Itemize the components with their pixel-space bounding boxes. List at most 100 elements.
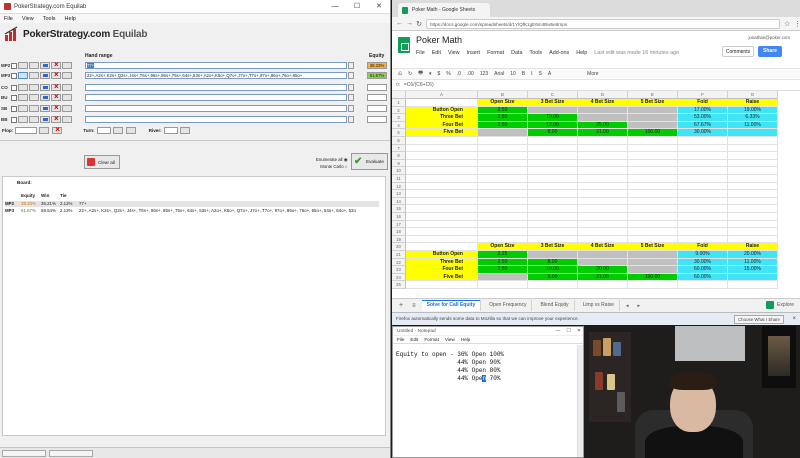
grid-cell[interactable]	[478, 197, 528, 206]
value-cell[interactable]: 8.00	[528, 258, 578, 267]
turn-cards-button[interactable]	[112, 127, 123, 134]
close-button[interactable]: ✕	[368, 0, 390, 14]
random-range-button[interactable]	[62, 84, 72, 91]
flop-input[interactable]	[15, 127, 38, 134]
range-dropdown-icon[interactable]	[348, 72, 354, 79]
grid-cell[interactable]	[478, 182, 528, 191]
value-cell[interactable]: 2.50	[478, 266, 528, 274]
choose-what-i-share-button[interactable]: Choose What I Share	[734, 315, 784, 324]
table-header-cell[interactable]: Open Size	[478, 243, 528, 251]
grid-cell[interactable]	[628, 235, 678, 244]
value-cell[interactable]: 20.00%	[728, 251, 778, 259]
grid-cell[interactable]	[528, 182, 578, 191]
value-cell[interactable]	[528, 106, 578, 115]
reload-icon[interactable]: ↻	[416, 20, 422, 28]
strikethrough-button[interactable]: S	[538, 71, 541, 77]
text-color-button[interactable]: A	[548, 71, 551, 77]
grid-cell[interactable]	[728, 190, 778, 198]
value-cell[interactable]: 17.00%	[678, 106, 728, 115]
menu-insert[interactable]: Insert	[467, 50, 480, 56]
grid-cell[interactable]	[678, 220, 728, 229]
currency-button[interactable]: $	[437, 71, 440, 77]
grid-cell[interactable]	[728, 152, 778, 160]
value-cell[interactable]: 8.00	[528, 273, 578, 282]
italic-button[interactable]: I	[531, 71, 532, 77]
row-header[interactable]: 7	[392, 144, 406, 153]
row-header[interactable]: 17	[392, 220, 406, 229]
notepad-minimize-icon[interactable]: —	[555, 327, 560, 336]
row-header[interactable]: 13	[392, 190, 406, 198]
row-header[interactable]: 6	[392, 137, 406, 145]
notepad-maximize-icon[interactable]: ☐	[566, 327, 570, 336]
table-header-cell[interactable]: 3 Bet Size	[528, 243, 578, 251]
range-dropdown-icon[interactable]	[348, 116, 354, 123]
grid-cell[interactable]	[406, 167, 478, 175]
status-tab[interactable]	[2, 450, 46, 457]
decrease-decimal-button[interactable]: .0	[457, 71, 461, 77]
menu-tools[interactable]: Tools	[530, 50, 543, 56]
value-cell[interactable]: 30.00%	[678, 258, 728, 267]
value-cell[interactable]: 12.00	[528, 121, 578, 130]
menu-help[interactable]: Help	[65, 16, 76, 22]
row-header[interactable]: 4	[392, 121, 406, 130]
row-header[interactable]: 12	[392, 182, 406, 191]
grid-cell[interactable]	[728, 281, 778, 289]
table-header-cell[interactable]: 5 Bet Size	[628, 99, 678, 107]
enumerate-all-radio[interactable]: ◉	[344, 157, 348, 162]
redo-icon[interactable]: ↻	[408, 71, 412, 77]
grid-cell[interactable]	[578, 167, 628, 175]
grid-cell[interactable]	[628, 182, 678, 191]
spreadsheet-grid[interactable]: A B C D E F G 1 2 3 4 5 6 7 8 9 10 11 12 13 14 15 16 17 18 19 20 21…	[392, 91, 800, 298]
grid-cell[interactable]	[628, 190, 678, 198]
grid-cell[interactable]	[728, 235, 778, 244]
value-cell[interactable]	[628, 266, 678, 274]
menu-view[interactable]: View	[448, 50, 460, 56]
add-sheet-icon[interactable]: +	[396, 302, 406, 309]
grid-cell[interactable]	[728, 159, 778, 168]
range-stats-icon[interactable]	[40, 105, 50, 112]
grid-cell[interactable]	[578, 228, 628, 236]
clear-range-icon[interactable]	[51, 103, 61, 112]
grid-cell[interactable]	[528, 281, 578, 289]
table-header-cell[interactable]: Fold	[678, 99, 728, 107]
grid-cell[interactable]	[728, 220, 778, 229]
grid-cell[interactable]	[678, 213, 728, 221]
notepad-close-icon[interactable]: ✕	[577, 327, 581, 336]
random-range-button[interactable]	[62, 105, 72, 112]
value-cell[interactable]	[628, 106, 678, 115]
row-label-cell[interactable]: Four Bet	[406, 121, 478, 130]
grid-cell[interactable]	[406, 182, 478, 191]
row-header[interactable]: 2	[392, 106, 406, 115]
row-header[interactable]: 23	[392, 266, 406, 274]
grid-cell[interactable]	[528, 137, 578, 145]
hand-range-input[interactable]: 77+	[85, 62, 347, 69]
value-cell[interactable]: 2.50	[478, 106, 528, 115]
row-header[interactable]: 9	[392, 159, 406, 168]
row-header[interactable]: 14	[392, 197, 406, 206]
explore-button[interactable]: Explore	[766, 301, 794, 309]
browser-tab[interactable]: Poker Math - Google Sheets	[398, 3, 490, 17]
grid-cell[interactable]	[678, 197, 728, 206]
grid-cell[interactable]	[678, 228, 728, 236]
range-stats-icon[interactable]	[40, 94, 50, 101]
column-header-d[interactable]: D	[578, 91, 628, 99]
grid-cell[interactable]	[528, 175, 578, 183]
value-cell[interactable]: 2.25	[478, 251, 528, 259]
row-label-cell[interactable]: Three Bet	[406, 258, 478, 267]
grid-cell[interactable]	[478, 190, 528, 198]
hand-range-input[interactable]	[85, 116, 347, 123]
paint-format-icon[interactable]: ▾	[429, 71, 432, 77]
grid-cell[interactable]	[678, 144, 728, 153]
row-label-cell[interactable]: Button Open	[406, 251, 478, 259]
status-tab[interactable]	[49, 450, 93, 457]
range-matrix-button[interactable]	[18, 62, 28, 69]
grid-cell[interactable]	[478, 159, 528, 168]
grid-cell[interactable]	[728, 205, 778, 213]
clear-all-button[interactable]: Clear all	[84, 155, 120, 169]
grid-cell[interactable]	[628, 220, 678, 229]
hand-range-input[interactable]	[85, 94, 347, 101]
range-dropdown-icon[interactable]	[348, 94, 354, 101]
value-cell[interactable]	[628, 114, 678, 122]
random-range-button[interactable]	[62, 72, 72, 79]
minimize-button[interactable]: —	[324, 0, 346, 14]
